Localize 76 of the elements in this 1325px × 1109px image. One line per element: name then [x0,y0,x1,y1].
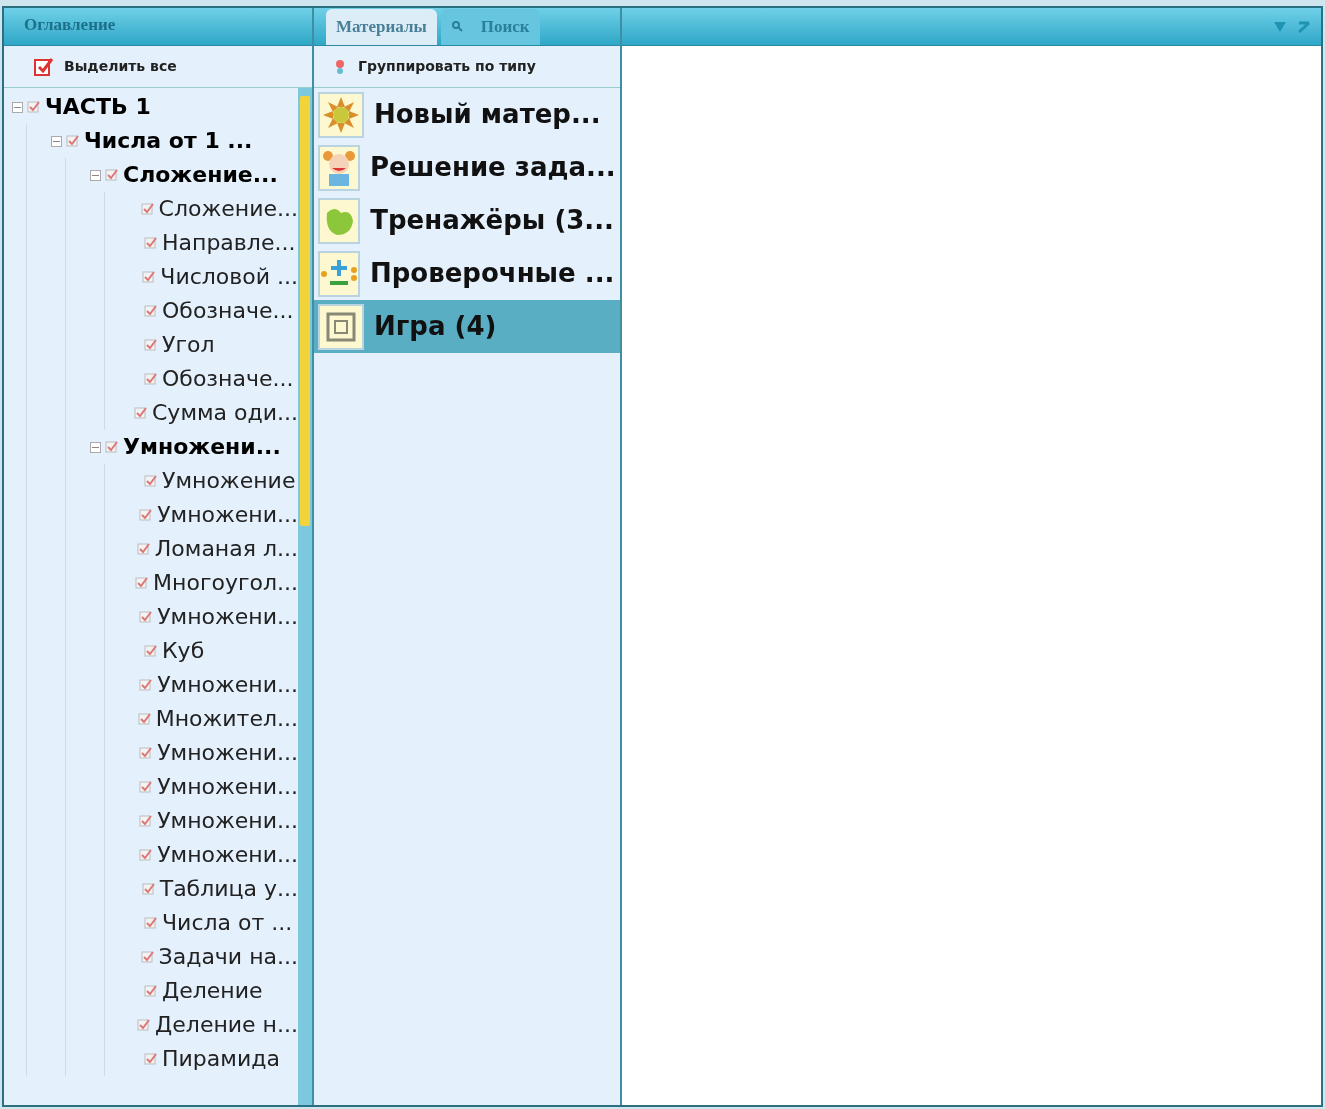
page-icon [141,882,156,896]
tree-item[interactable]: Числа от 1 ... [84,127,253,155]
panel-title: Оглавление [23,13,116,36]
tree-item[interactable]: Умножени... [157,739,298,767]
tree-item[interactable]: Направле... [162,229,296,257]
tab[interactable]: Материалы [326,8,437,45]
collapse-icon[interactable] [90,441,101,453]
page-icon [136,542,151,556]
tree-item[interactable]: Ломаная л... [154,535,298,563]
tree-item[interactable]: Многоугол... [153,569,298,597]
tree-item[interactable]: Умножение [162,467,296,495]
tree-item[interactable]: Угол [162,331,215,359]
material-item[interactable]: Тренажёры (3... [314,194,620,247]
page-icon [66,134,80,148]
select-all-button[interactable]: Выделить все [34,56,177,77]
page-icon [140,950,155,964]
page-icon [139,610,154,624]
page-icon [137,712,152,726]
tree-item[interactable]: Сумма оди... [152,399,298,427]
material-item[interactable]: Новый матер... [314,88,620,141]
tree-item[interactable]: Умножени... [157,603,298,631]
tree-item[interactable]: Куб [162,637,205,665]
page-icon [134,406,148,420]
page-icon [105,440,119,454]
tree-item[interactable]: Сложение... [123,161,278,189]
material-item[interactable]: Игра (4) [314,300,620,353]
tree-item[interactable]: Умножени... [123,433,281,461]
scrollbar[interactable] [298,88,312,1105]
page-icon [139,746,154,760]
tree-item[interactable]: Числа от ... [162,909,293,937]
page-icon [144,372,158,386]
tree-item[interactable]: Деление н... [155,1011,298,1039]
collapse-icon[interactable] [90,169,101,181]
page-icon [142,270,157,284]
collapse-icon[interactable] [12,101,23,113]
material-item[interactable]: Решение зада... [314,141,620,194]
page-icon [139,508,154,522]
tree-item[interactable]: Умножени... [157,841,298,869]
group-by-type-button[interactable]: Группировать по типу [332,56,536,77]
search-icon [450,20,463,33]
material-item[interactable]: Проверочные ... [314,247,620,300]
tree-item[interactable]: ЧАСТЬ 1 [45,93,151,121]
tree-item[interactable]: Умножени... [157,671,298,699]
page-icon [144,338,158,352]
tree-item[interactable]: Множител... [155,705,298,733]
tree-item[interactable]: Пирамида [162,1045,280,1073]
page-icon [139,814,154,828]
tree-item[interactable]: Умножени... [157,501,298,529]
page-icon [105,168,119,182]
tree-item[interactable]: Умножени... [157,807,298,835]
tree-item[interactable]: Обозначе... [162,297,294,325]
page-icon [144,236,158,250]
page-icon [27,100,41,114]
tree-item[interactable]: Деление [162,977,263,1005]
tree-item[interactable]: Задачи на... [158,943,298,971]
collapse-icon[interactable] [51,135,62,147]
page-icon [139,848,154,862]
page-icon [144,916,158,930]
tree-item[interactable]: Умножени... [157,773,298,801]
page-icon [137,1018,152,1032]
page-icon [135,576,150,590]
tree-item[interactable]: Числовой ... [160,263,298,291]
square-icon [326,311,356,342]
tree-item[interactable]: Сложение... [158,195,298,223]
checklist-icon [34,56,54,77]
page-icon [144,474,158,488]
page-icon [139,780,154,794]
page-icon [144,1052,158,1066]
tree-item[interactable]: Таблица у... [159,875,298,903]
page-icon [144,984,158,998]
sun-icon [322,95,360,134]
page-icon [139,678,154,692]
page-icon [144,644,158,658]
page-icon [144,304,158,318]
page-icon [140,202,155,216]
tree-item[interactable]: Обозначе... [162,365,294,393]
